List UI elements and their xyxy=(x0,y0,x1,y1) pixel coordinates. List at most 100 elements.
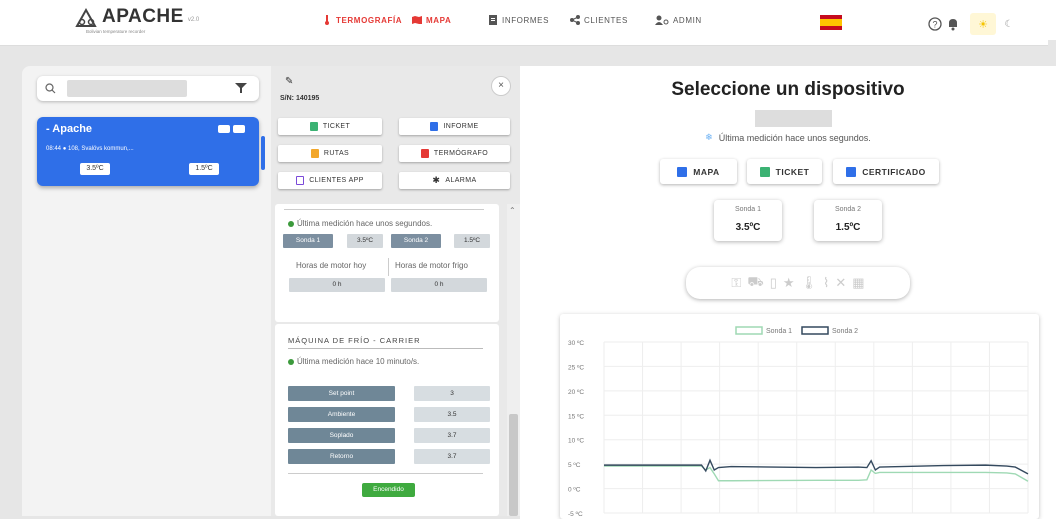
ticket-main-label: TICKET xyxy=(775,166,810,177)
logo-version: v2.0 xyxy=(187,17,200,23)
nav-clientes[interactable]: CLIENTES xyxy=(570,15,628,25)
nav-mapa[interactable]: MAPA xyxy=(412,15,451,25)
search-input[interactable] xyxy=(67,80,187,97)
device-detail-panel: ✎ S/N: 140195 × TICKET INFORME RUTAS TER… xyxy=(271,66,520,516)
nav-informes[interactable]: INFORMES xyxy=(488,15,549,25)
spain-flag-icon[interactable] xyxy=(820,15,842,30)
certificate-icon xyxy=(846,166,857,177)
sonda1-temp: 3.5ºC xyxy=(735,222,761,233)
sonda2-value: 1.5ºC xyxy=(454,234,490,248)
ticket-main-button[interactable]: TICKET xyxy=(747,159,822,184)
tools-icon[interactable]: ✕ xyxy=(835,275,846,291)
nav-termografia[interactable]: TERMOGRAFÍA xyxy=(322,15,402,25)
refrigeration-card: MÁQUINA DE FRÍO - CARRIER Última medició… xyxy=(275,324,499,516)
theme-toggle[interactable]: ☀ ☾ xyxy=(970,13,1028,35)
temperature-icon[interactable]: ⌇ xyxy=(823,275,829,291)
help-icon[interactable]: ? xyxy=(928,17,942,31)
setpoint-label: Set point xyxy=(288,386,395,401)
logo[interactable]: APACHE v2.0 Bolivian temperature recorde… xyxy=(74,6,199,34)
list-scrollbar[interactable] xyxy=(261,136,265,170)
divider xyxy=(288,348,483,349)
legend-swatch xyxy=(801,326,829,335)
close-button[interactable]: × xyxy=(491,76,511,96)
motor-hours-label: Horas de motor hoy xyxy=(296,261,367,270)
route-icon xyxy=(310,149,319,158)
sensor-summary-card: Última medición hace unos segundos. Sond… xyxy=(275,204,499,322)
top-bar: APACHE v2.0 Bolivian temperature recorde… xyxy=(0,0,1056,46)
search-bar[interactable] xyxy=(37,76,259,101)
main-last-text: Última medición hace unos segundos. xyxy=(718,132,871,143)
retorno-value: 3.7 xyxy=(414,449,490,464)
certificado-label: CERTIFICADO xyxy=(862,166,926,177)
chart-svg: 30 ºC 25 ºC 20 ºC 15 ºC 10 ºC 5 ºC 0 ºC -5 ºC So… xyxy=(568,326,1029,518)
main-last-measure: ❄ Última medición hace unos segundos. xyxy=(520,132,1056,143)
rutas-button[interactable]: RUTAS xyxy=(278,145,382,162)
sonda2-name: Sonda 2 xyxy=(834,206,862,213)
device-menu-icon[interactable] xyxy=(233,125,245,133)
logo-mark-icon xyxy=(75,7,97,27)
last-measure: Última medición hace unos segundos. xyxy=(288,219,432,228)
map-icon xyxy=(412,16,422,24)
certificado-button[interactable]: CERTIFICADO xyxy=(833,159,939,184)
sonda2-chip[interactable]: Sonda 2 xyxy=(391,234,441,248)
device-location: 108, Svalövs kommun,... xyxy=(67,146,134,152)
motor-hours-value: 0 h xyxy=(289,278,385,292)
logo-subtitle: Bolivian temperature recorder xyxy=(86,29,146,34)
retorno-label: Retorno xyxy=(288,449,395,464)
svg-text:?: ? xyxy=(932,20,937,30)
mapa-label: MAPA xyxy=(693,166,720,177)
nav-admin[interactable]: ADMIN xyxy=(655,15,702,25)
gear-icon: ✱ xyxy=(432,175,441,185)
ticket-icon xyxy=(759,166,770,177)
scrollbar-thumb[interactable] xyxy=(509,414,518,516)
rutas-label: RUTAS xyxy=(323,150,350,157)
scroll-up-icon[interactable]: ⌃ xyxy=(509,206,516,215)
clientes-app-button[interactable]: CLIENTES APP xyxy=(278,172,382,189)
ambiente-value: 3.5 xyxy=(414,407,490,422)
sonda1-card[interactable]: Sonda 1 3.5ºC xyxy=(714,200,782,241)
legend-label: Sonda 2 xyxy=(832,328,858,335)
tools-bar: ⚿ ⛟ ▯ ★ 🌡︎ ⌇ ✕ ▦ xyxy=(686,267,910,299)
admin-icon xyxy=(655,15,669,25)
document-icon xyxy=(489,15,497,25)
report-icon xyxy=(430,122,439,131)
nav-label: TERMOGRAFÍA xyxy=(336,15,403,25)
star-icon[interactable]: ★ xyxy=(783,275,795,291)
device-card[interactable]: - Apache 08:44 ● 108, Svalövs kommun,...… xyxy=(37,117,259,186)
setpoint-value: 3 xyxy=(414,386,490,401)
calendar-icon[interactable]: ▦ xyxy=(852,275,864,291)
map-icon xyxy=(677,166,688,177)
sonda2-card[interactable]: Sonda 2 1.5ºC xyxy=(814,200,882,241)
soplado-value: 3.7 xyxy=(414,428,490,443)
last-measure-text: Última medición hace unos segundos. xyxy=(297,219,433,228)
device-temp1: 3.5ºC xyxy=(80,163,110,175)
ticket-button[interactable]: TICKET xyxy=(278,118,382,135)
moon-icon[interactable]: ☾ xyxy=(996,13,1022,35)
detail-scrollbar[interactable]: ⌃ xyxy=(507,204,520,516)
edit-icon[interactable]: ✎ xyxy=(285,76,293,87)
main-panel: Seleccione un dispositivo ❄ Última medici… xyxy=(520,66,1056,519)
nav-label: INFORMES xyxy=(502,15,550,25)
bell-icon[interactable] xyxy=(946,17,960,31)
sonda1-chip[interactable]: Sonda 1 xyxy=(283,234,333,248)
ticket-icon xyxy=(309,122,318,131)
filter-icon[interactable] xyxy=(235,82,247,94)
alarma-button[interactable]: ✱ ALARMA xyxy=(399,172,510,189)
device-name-placeholder xyxy=(755,110,832,127)
truck-icon[interactable]: ⛟ xyxy=(747,274,763,292)
legend-swatch xyxy=(735,326,763,335)
device-name: - Apache xyxy=(46,123,93,135)
key-icon[interactable]: ⚿ xyxy=(731,275,741,291)
legend-label: Sonda 1 xyxy=(766,328,792,335)
door-icon[interactable]: ▯ xyxy=(770,275,777,291)
thermometer-icon[interactable]: 🌡︎ xyxy=(801,275,818,291)
mapa-button[interactable]: MAPA xyxy=(660,159,737,184)
soplado-label: Soplado xyxy=(288,428,395,443)
informe-button[interactable]: INFORME xyxy=(399,118,510,135)
frigo-hours-value: 0 h xyxy=(391,278,487,292)
phone-icon xyxy=(296,176,305,185)
informe-label: INFORME xyxy=(443,123,479,130)
sun-icon[interactable]: ☀ xyxy=(970,13,996,35)
termografo-button[interactable]: TERMÓGRAFO xyxy=(399,145,510,162)
device-badge-icon xyxy=(218,125,230,133)
